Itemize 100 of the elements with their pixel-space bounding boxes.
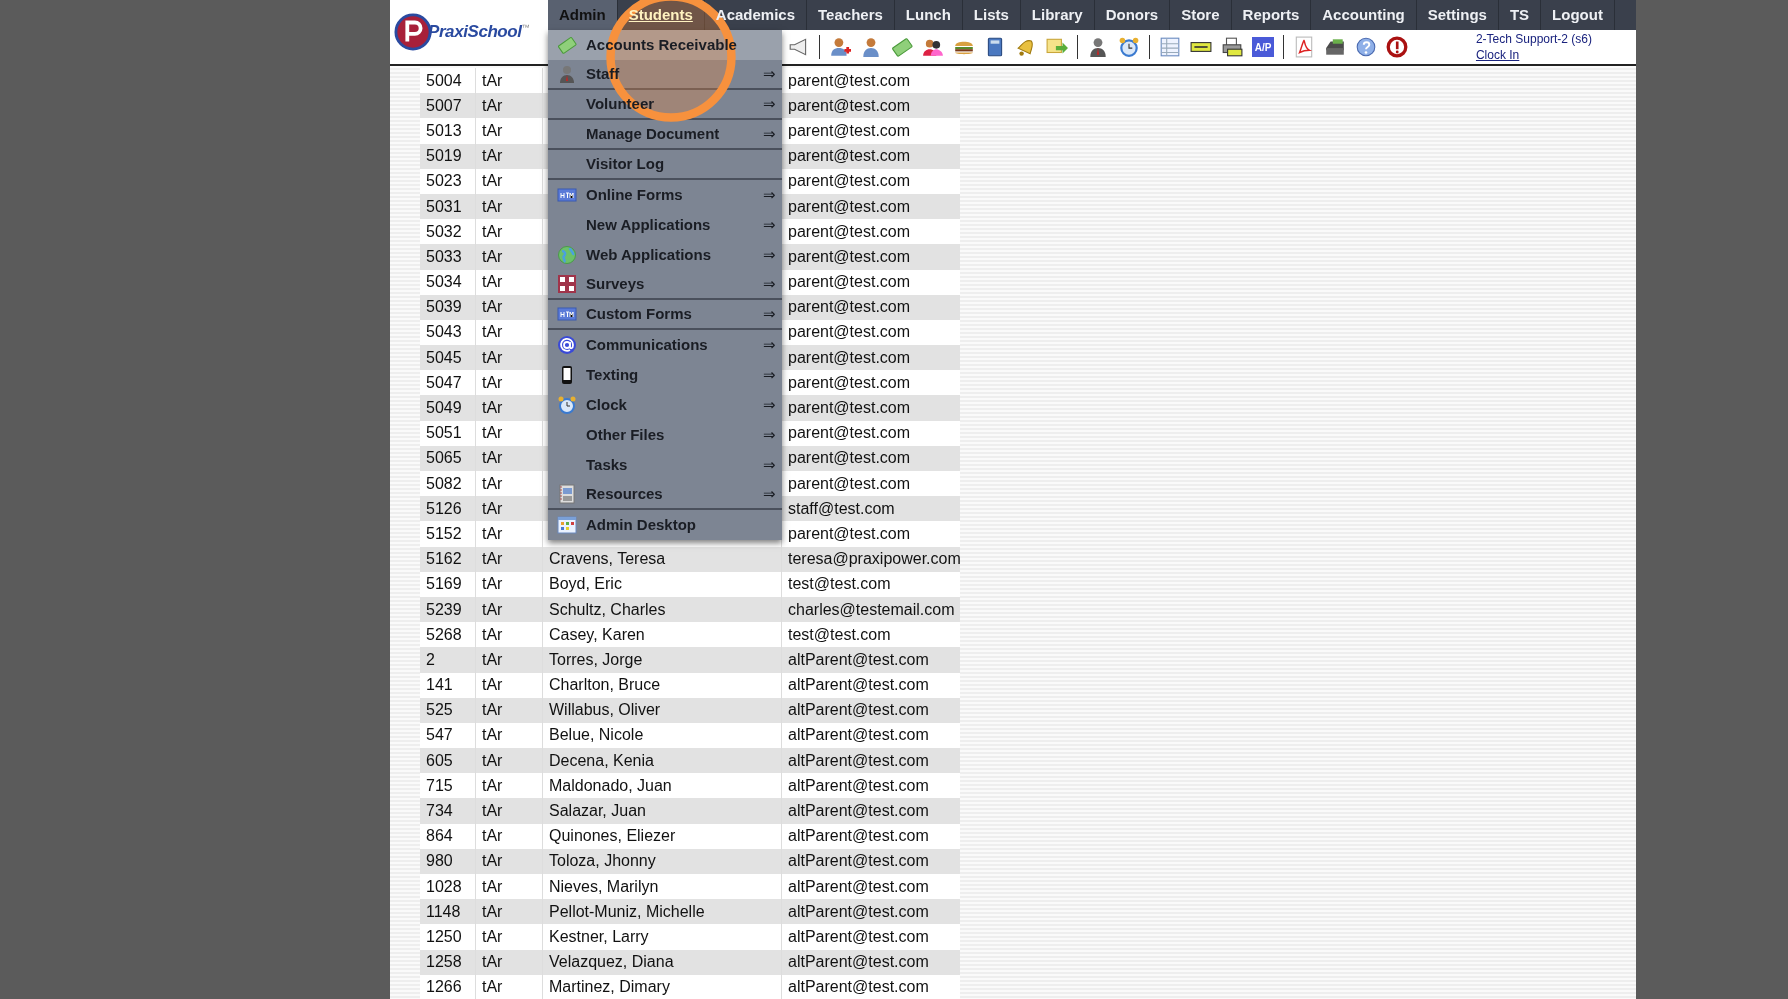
table-cell-text: 5152: [426, 523, 462, 544]
printer-icon[interactable]: [1221, 36, 1243, 58]
menu-label: Texting: [586, 364, 639, 385]
help-icon[interactable]: [1355, 36, 1377, 58]
table-cell-text: tAr: [482, 926, 503, 947]
table-cell-text: Schultz, Charles: [549, 599, 666, 620]
table-cell-text: parent@test.com: [788, 70, 911, 91]
table-cell-text: 734: [426, 801, 453, 822]
submenu-arrow: ⇒: [763, 303, 776, 324]
table-cell-text: Casey, Karen: [549, 624, 645, 645]
menu-item[interactable]: Tasks ⇒: [548, 450, 782, 480]
menu-item[interactable]: Web Applications ⇒: [548, 240, 782, 270]
menu-label: Other Files: [586, 424, 665, 445]
table-cell-text: tAr: [482, 347, 503, 368]
menu-item[interactable]: Online Forms ⇒: [548, 180, 782, 210]
menu-item[interactable]: Other Files ⇒: [548, 420, 782, 450]
menu-item[interactable]: Texting ⇒: [548, 360, 782, 390]
table-cell-text: parent@test.com: [788, 372, 911, 393]
menu-item[interactable]: Resources ⇒: [548, 480, 782, 510]
menu-label: Visitor Log: [586, 153, 665, 174]
table-cell-text: altParent@test.com: [788, 826, 929, 847]
table-cell-text: tAr: [482, 876, 503, 897]
pdf-icon[interactable]: [1293, 36, 1315, 58]
table-cell-text: Pellot-Muniz, Michelle: [549, 901, 705, 922]
menu-item[interactable]: Admin Desktop: [548, 510, 782, 540]
staff-icon[interactable]: [1087, 36, 1109, 58]
cash-register-icon[interactable]: [1324, 36, 1346, 58]
table-cell-text: 5007: [426, 95, 462, 116]
table-cell-text: tAr: [482, 649, 503, 670]
menu-label: Resources: [586, 483, 663, 504]
menu-item[interactable]: Clock ⇒: [548, 390, 782, 420]
table-cell-text: altParent@test.com: [788, 700, 929, 721]
nav-tab[interactable]: Admin: [548, 0, 618, 30]
table-cell-text: 5045: [426, 347, 462, 368]
table-cell-text: altParent@test.com: [788, 926, 929, 947]
trademark-mark: ™: [521, 22, 530, 32]
table-cell-text: 5004: [426, 70, 462, 91]
table-cell-text: Boyd, Eric: [549, 574, 622, 595]
ap-button[interactable]: A/P: [1252, 37, 1274, 57]
table-cell-text: tAr: [482, 675, 503, 696]
menu-label: Web Applications: [586, 244, 711, 265]
alarm-clock-icon: [557, 395, 577, 415]
table-cell-text: altParent@test.com: [788, 876, 929, 897]
menu-item[interactable]: Custom Forms ⇒: [548, 300, 782, 330]
table-cell-text: parent@test.com: [788, 95, 911, 116]
table-cell-text: tAr: [482, 246, 503, 267]
table-cell-text: 1028: [426, 876, 462, 897]
person-add-icon[interactable]: [829, 36, 851, 58]
menu-item[interactable]: Manage Document ⇒: [548, 120, 782, 150]
table-cell-text: 5162: [426, 549, 462, 570]
clock-in-link[interactable]: Clock In: [1475, 47, 1592, 63]
submenu-arrow: ⇒: [763, 454, 776, 475]
table-cell-text: parent@test.com: [788, 473, 911, 494]
resources-icon: [557, 484, 577, 504]
table-cell-text: Decena, Kenia: [549, 750, 654, 771]
table-cell-text: altParent@test.com: [788, 851, 929, 872]
submenu-arrow: ⇒: [763, 184, 776, 205]
menu-item[interactable]: New Applications ⇒: [548, 210, 782, 240]
table-cell-text: 5049: [426, 398, 462, 419]
table-cell-text: tAr: [482, 297, 503, 318]
table-cell-text: parent@test.com: [788, 448, 911, 469]
table-cell-text: parent@test.com: [788, 120, 911, 141]
table-cell-text: 2: [426, 649, 435, 670]
menu-label: Surveys: [586, 273, 645, 294]
menu-item[interactable]: Accounts Receivable: [548, 30, 782, 60]
table-cell-text: tAr: [482, 221, 503, 242]
table-cell-text: parent@test.com: [788, 196, 911, 217]
table-cell-text: parent@test.com: [788, 246, 911, 267]
table-cell-text: tAr: [482, 196, 503, 217]
table-cell-text: 5019: [426, 146, 462, 167]
submenu-arrow: ⇒: [763, 63, 776, 84]
table-cell-text: altParent@test.com: [788, 775, 929, 796]
html-icon: [557, 185, 577, 205]
alarm-clock-icon[interactable]: [1118, 36, 1140, 58]
menu-item[interactable]: Communications ⇒: [548, 330, 782, 360]
table-cell-text: 547: [426, 725, 453, 746]
submenu-arrow: ⇒: [763, 334, 776, 355]
table-cell-text: 5051: [426, 423, 462, 444]
table-cell-text: Martinez, Dimary: [549, 977, 670, 998]
desktop-grid-icon: [557, 515, 577, 535]
table-cell-text: altParent@test.com: [788, 901, 929, 922]
table-cell-text: tAr: [482, 851, 503, 872]
table-cell-text: Torres, Jorge: [549, 649, 643, 670]
person-icon[interactable]: [860, 36, 882, 58]
menu-label: Accounts Receivable: [586, 34, 737, 55]
table-cell-text: Belue, Nicole: [549, 725, 644, 746]
table-cell-text: 1266: [426, 977, 462, 998]
menu-item[interactable]: Surveys ⇒: [548, 270, 782, 300]
submenu-arrow: ⇒: [763, 483, 776, 504]
table-cell-text: tAr: [482, 473, 503, 494]
menu-item[interactable]: Visitor Log: [548, 150, 782, 180]
table-cell-text: tAr: [482, 700, 503, 721]
table-cell-text: tAr: [482, 599, 503, 620]
stop-icon[interactable]: [1386, 36, 1408, 58]
table-cell-text: Nieves, Marilyn: [549, 876, 659, 897]
globe-icon: [557, 245, 577, 265]
table-cell-text: parent@test.com: [788, 297, 911, 318]
html-icon: [557, 304, 577, 324]
table-cell-text: 980: [426, 851, 453, 872]
at-icon: [557, 335, 577, 355]
